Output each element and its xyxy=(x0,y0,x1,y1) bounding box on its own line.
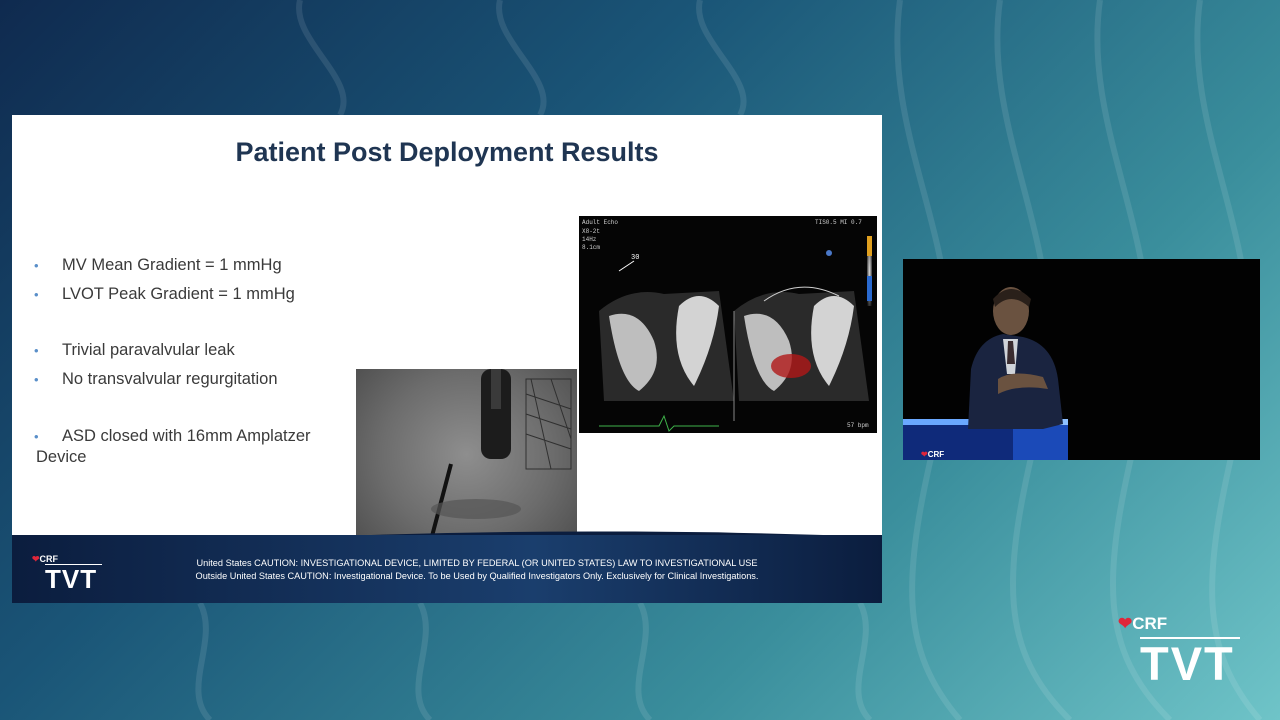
presentation-slide: Patient Post Deployment Results • MV Mean… xyxy=(12,115,882,603)
bullet-item: • Trivial paravalvular leak xyxy=(34,340,235,361)
bullet-dot-icon: • xyxy=(34,258,39,273)
bullet-dot-icon: • xyxy=(34,343,39,358)
bullet-text: LVOT Peak Gradient = 1 mmHg xyxy=(62,285,295,303)
bullet-text: Trivial paravalvular leak xyxy=(62,341,235,359)
bullet-text-continuation: Device xyxy=(36,448,87,466)
bullet-item: • LVOT Peak Gradient = 1 mmHg xyxy=(34,284,295,305)
echo-scan-graphic xyxy=(599,236,872,432)
corner-crf-text: CRF xyxy=(1132,614,1168,633)
heart-icon: ❤ xyxy=(32,554,40,564)
corner-crf-logo: ❤CRF xyxy=(1118,614,1167,634)
speaker-graphic xyxy=(903,287,1068,460)
bullet-item: • ASD closed with 16mm Amplatzer Device xyxy=(34,426,311,468)
bullet-text: MV Mean Gradient = 1 mmHg xyxy=(62,256,282,274)
bullet-text: No transvalvular regurgitation xyxy=(62,370,278,388)
speaker-video: ❤CRF xyxy=(903,259,1260,460)
bullet-text: ASD closed with 16mm Amplatzer xyxy=(62,427,311,445)
caution-line-1: United States CAUTION: INVESTIGATIONAL D… xyxy=(196,558,758,568)
bullet-dot-icon: • xyxy=(34,372,39,387)
bullet-dot-icon: • xyxy=(34,287,39,302)
slide-footer: ❤CRF TVT United States CAUTION: INVESTIG… xyxy=(12,535,882,603)
slide-crf-text: CRF xyxy=(39,554,59,564)
podium-crf-text: CRF xyxy=(927,450,945,459)
corner-tvt-logo: TVT xyxy=(1140,637,1235,690)
slide-title: Patient Post Deployment Results xyxy=(235,137,659,167)
slide-tvt-logo: TVT xyxy=(45,564,98,594)
bullet-item: • MV Mean Gradient = 1 mmHg xyxy=(34,255,282,276)
bullet-dot-icon: • xyxy=(34,429,39,444)
bullet-item: • No transvalvular regurgitation xyxy=(34,369,278,390)
heart-icon: ❤ xyxy=(1118,614,1133,633)
echocardiogram-image: Adult Echo X8-2t 14Hz 8.1cm TIS0.5 MI 0.… xyxy=(579,216,877,433)
bullet-text-wrap: ASD closed with 16mm Amplatzer xyxy=(62,426,311,447)
caution-line-2: Outside United States CAUTION: Investiga… xyxy=(195,571,759,581)
heart-icon: ❤ xyxy=(921,450,928,459)
podium-crf-logo: ❤CRF xyxy=(921,450,944,459)
